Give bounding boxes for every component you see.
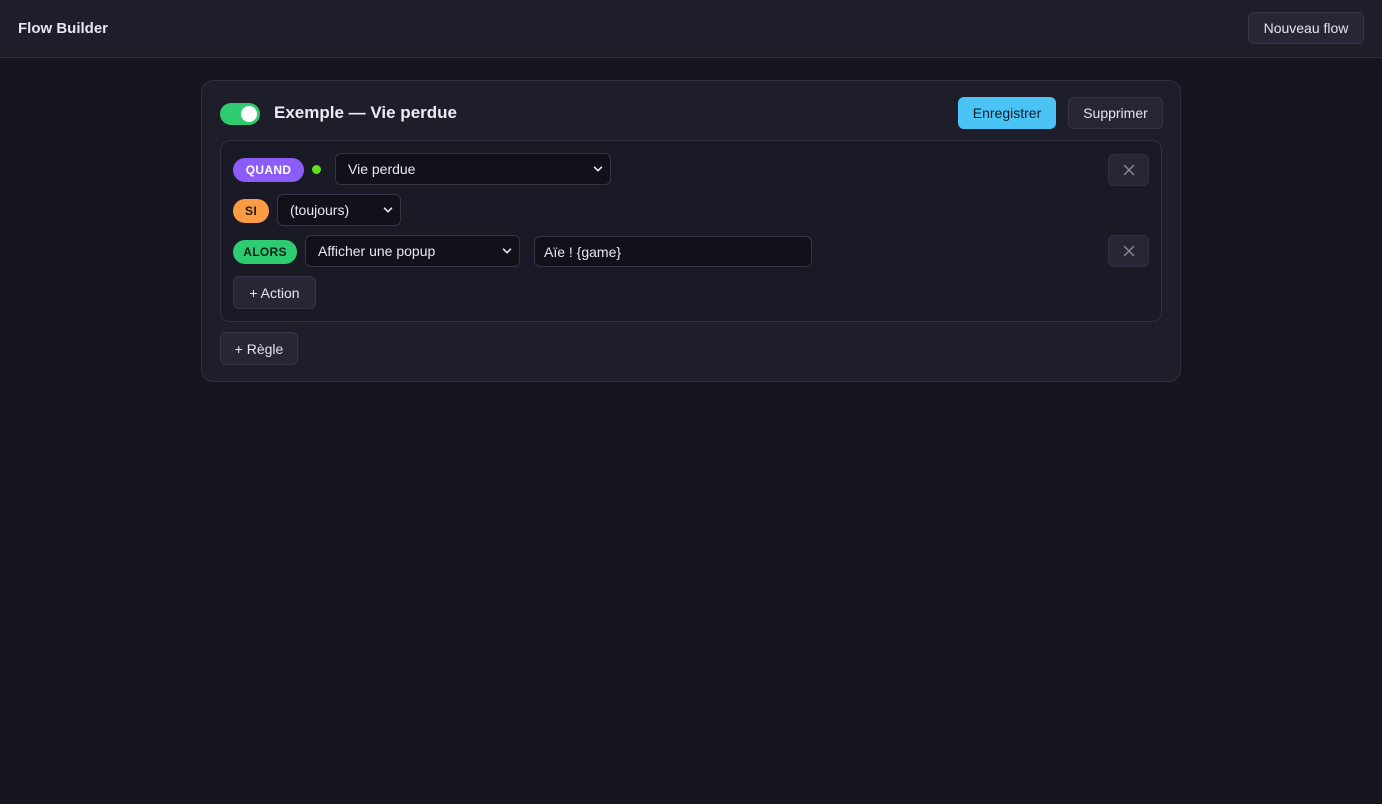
chevron-down-icon [502,248,512,254]
add-rule-button[interactable]: + Règle [220,332,298,365]
close-icon [1123,164,1134,176]
action-select[interactable]: Afficher une popup [305,235,520,267]
close-icon [1123,245,1134,257]
trigger-select-value: Vie perdue [348,161,416,177]
rule-block: QUAND Vie perdue SI (toujours) ALORS Aff… [220,140,1162,322]
app-title: Flow Builder [18,20,108,37]
chevron-down-icon [383,207,393,213]
remove-trigger-button[interactable] [1108,154,1149,186]
condition-select-value: (toujours) [290,202,350,218]
if-badge: SI [233,199,269,223]
trigger-status-dot [312,165,321,174]
save-button[interactable]: Enregistrer [958,97,1056,129]
then-badge: ALORS [233,240,297,264]
remove-action-button[interactable] [1108,235,1149,267]
trigger-select[interactable]: Vie perdue [335,153,611,185]
flow-card: Exemple — Vie perdue Enregistrer Supprim… [201,80,1181,382]
flow-enabled-toggle[interactable] [220,103,260,125]
new-flow-button[interactable]: Nouveau flow [1248,12,1364,44]
when-badge: QUAND [233,158,304,182]
action-param-value: Aïe ! {game} [544,243,622,260]
flow-title: Exemple — Vie perdue [274,103,457,122]
delete-button[interactable]: Supprimer [1068,97,1163,129]
top-bar: Flow Builder Nouveau flow [0,0,1382,58]
add-action-button[interactable]: + Action [233,276,316,309]
action-select-value: Afficher une popup [318,243,436,259]
toggle-knob [241,106,257,122]
condition-select[interactable]: (toujours) [277,194,401,226]
action-param-input[interactable]: Aïe ! {game} [534,236,812,267]
chevron-down-icon [593,166,603,172]
